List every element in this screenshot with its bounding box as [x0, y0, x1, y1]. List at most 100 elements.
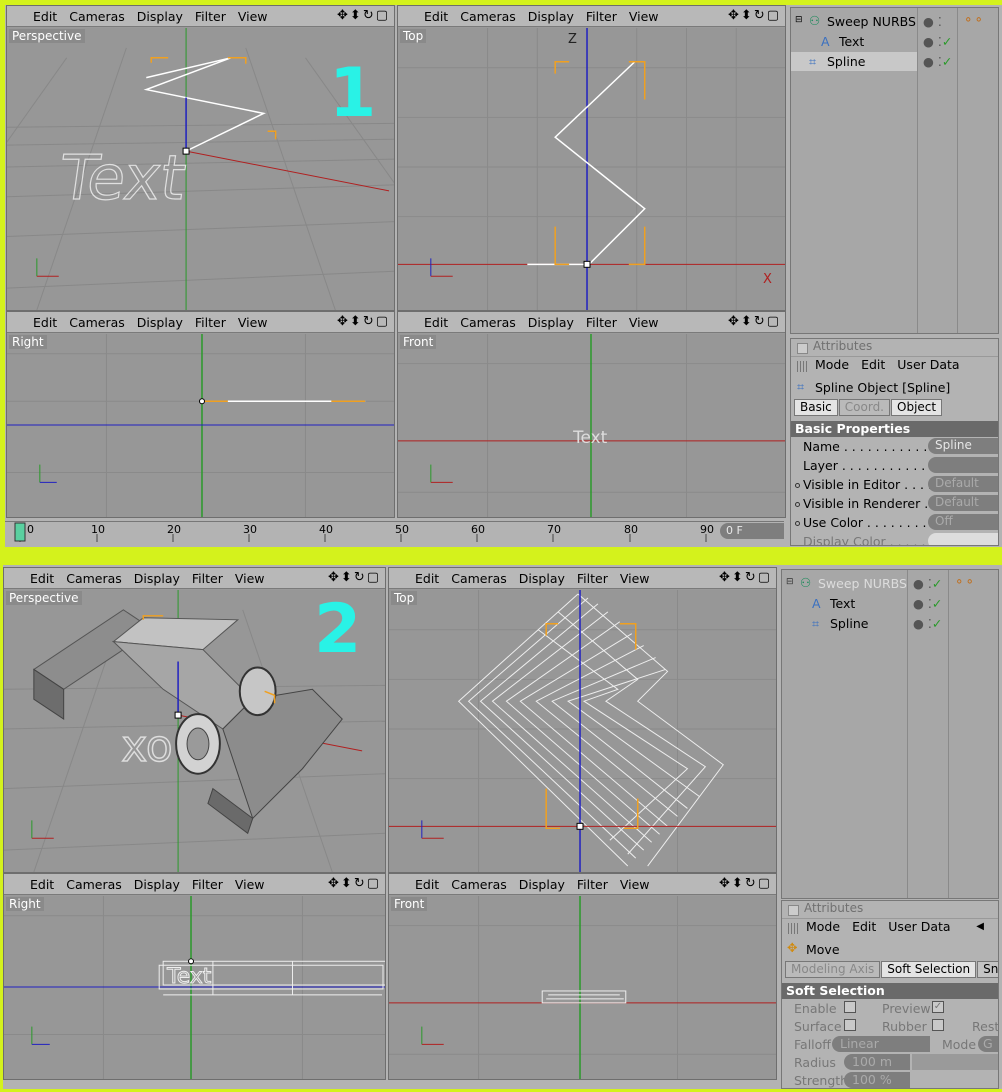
menu-view[interactable]: View	[229, 874, 271, 894]
surface-checkbox[interactable]	[844, 1019, 856, 1031]
menu-cameras[interactable]: Cameras	[60, 568, 128, 588]
attr-menu-userdata[interactable]: User Data	[897, 357, 959, 372]
menu-edit[interactable]: Edit	[418, 312, 454, 332]
menu-filter[interactable]: Filter	[186, 568, 229, 588]
preview-checkbox[interactable]: ✓	[932, 1001, 944, 1013]
menu-filter[interactable]: Filter	[186, 874, 229, 894]
viewport-nav-controls[interactable]: ✥⬍↻▢	[328, 570, 381, 585]
current-frame-field[interactable]: 0 F	[720, 523, 784, 539]
menu-display[interactable]: Display	[131, 6, 189, 26]
viewport-nav-controls[interactable]: ✥⬍↻▢	[719, 876, 772, 891]
viewport-nav-controls[interactable]: ✥⬍↻▢	[337, 314, 390, 329]
right-canvas[interactable]	[7, 334, 394, 517]
menu-cameras[interactable]: Cameras	[454, 312, 522, 332]
object-row-spline[interactable]: ⌗ Spline ● ⁚✓	[782, 614, 998, 633]
menu-display[interactable]: Display	[522, 312, 580, 332]
viewport-nav-controls[interactable]: ✥⬍↻▢	[728, 8, 781, 23]
menu-edit[interactable]: Edit	[24, 874, 60, 894]
viewport-perspective[interactable]: Edit Cameras Display Filter View ✥⬍↻▢ Perspe…	[6, 5, 395, 311]
viewport-right[interactable]: Edit Cameras Display Filter View ✥⬍↻▢ Right	[6, 311, 395, 518]
menu-filter[interactable]: Filter	[571, 568, 614, 588]
rubber-checkbox[interactable]	[932, 1019, 944, 1031]
enable-checkbox[interactable]	[844, 1001, 856, 1013]
menu-cameras[interactable]: Cameras	[63, 312, 131, 332]
tab-basic[interactable]: Basic	[794, 399, 838, 416]
object-row-sweep-nurbs[interactable]: ⊟ ⚇ Sweep NURBS ● ⁚✓ ⚬⚬	[782, 574, 998, 593]
tick: 70	[547, 523, 561, 536]
menu-cameras[interactable]: Cameras	[445, 568, 513, 588]
attr-menu-mode[interactable]: Mode	[806, 919, 840, 934]
object-row-sweep-nurbs[interactable]: ⊟ ⚇ Sweep NURBS ● ⁚ ⚬⚬	[791, 12, 998, 31]
name-field[interactable]: Spline	[928, 438, 998, 454]
menu-display[interactable]: Display	[513, 568, 571, 588]
viewport-top-2[interactable]: Edit Cameras Display Filter View ✥⬍↻▢ Top	[388, 567, 777, 873]
display-color-swatch[interactable]	[928, 533, 998, 545]
menu-edit[interactable]: Edit	[27, 312, 63, 332]
top-canvas[interactable]: Z X	[398, 28, 785, 310]
use-color-select[interactable]: Off	[928, 514, 998, 530]
viewport-right-2[interactable]: Edit Cameras Display Filter View ✥⬍↻▢ Right …	[3, 873, 386, 1080]
menu-cameras[interactable]: Cameras	[63, 6, 131, 26]
menu-display[interactable]: Display	[522, 6, 580, 26]
menu-filter[interactable]: Filter	[580, 6, 623, 26]
viewport-nav-controls[interactable]: ✥⬍↻▢	[728, 314, 781, 329]
layer-field[interactable]	[928, 457, 998, 473]
menu-view[interactable]: View	[229, 568, 271, 588]
falloff-select[interactable]: Linear	[832, 1036, 930, 1052]
mode-select[interactable]: G	[978, 1036, 998, 1052]
attr-menu-userdata[interactable]: User Data	[888, 919, 950, 934]
attr-menu-edit[interactable]: Edit	[861, 357, 885, 372]
viewport-nav-controls[interactable]: ✥⬍↻▢	[719, 570, 772, 585]
object-row-text[interactable]: A Text ● ⁚✓	[791, 32, 998, 51]
visible-renderer-select[interactable]: Default	[928, 495, 998, 511]
menu-edit[interactable]: Edit	[418, 6, 454, 26]
back-arrow-icon[interactable]: ◀	[976, 921, 984, 932]
right-canvas-2[interactable]: Text	[4, 896, 385, 1079]
tab-modeling-axis[interactable]: Modeling Axis	[785, 961, 881, 978]
visible-editor-select[interactable]: Default	[928, 476, 998, 492]
menu-edit[interactable]: Edit	[409, 568, 445, 588]
menu-filter[interactable]: Filter	[189, 312, 232, 332]
viewport-nav-controls[interactable]: ✥⬍↻▢	[337, 8, 390, 23]
attr-menu-mode[interactable]: Mode	[815, 357, 849, 372]
menu-view[interactable]: View	[623, 312, 665, 332]
menu-edit[interactable]: Edit	[409, 874, 445, 894]
menu-display[interactable]: Display	[513, 874, 571, 894]
top-canvas-2[interactable]	[389, 590, 776, 872]
strength-field[interactable]: 100 %	[844, 1072, 910, 1088]
menu-cameras[interactable]: Cameras	[60, 874, 128, 894]
object-row-spline-selected[interactable]: ⌗ Spline	[791, 52, 917, 71]
menu-filter[interactable]: Filter	[571, 874, 614, 894]
viewport-nav-controls[interactable]: ✥⬍↻▢	[328, 876, 381, 891]
attr-menu-edit[interactable]: Edit	[852, 919, 876, 934]
tab-snap[interactable]: Snap	[977, 961, 998, 978]
viewport-front[interactable]: Edit Cameras Display Filter View ✥⬍↻▢ Front …	[397, 311, 786, 518]
menu-display[interactable]: Display	[128, 874, 186, 894]
menu-filter[interactable]: Filter	[189, 6, 232, 26]
menu-cameras[interactable]: Cameras	[454, 6, 522, 26]
front-canvas-2[interactable]	[389, 896, 776, 1079]
tab-object[interactable]: Object	[891, 399, 943, 416]
viewport-top[interactable]: Edit Cameras Display Filter View ✥⬍↻▢ Top Z …	[397, 5, 786, 311]
menu-filter[interactable]: Filter	[580, 312, 623, 332]
group-basic-properties: Basic Properties	[791, 421, 998, 437]
tab-coord[interactable]: Coord.	[838, 399, 890, 416]
tab-soft-selection[interactable]: Soft Selection	[881, 961, 977, 978]
menu-view[interactable]: View	[623, 6, 665, 26]
menu-display[interactable]: Display	[128, 568, 186, 588]
menu-view[interactable]: View	[614, 568, 656, 588]
menu-edit[interactable]: Edit	[24, 568, 60, 588]
radius-slider[interactable]	[912, 1054, 998, 1070]
object-row-text[interactable]: A Text ● ⁚✓	[782, 594, 998, 613]
menu-edit[interactable]: Edit	[27, 6, 63, 26]
menu-view[interactable]: View	[232, 312, 274, 332]
radius-field[interactable]: 100 m	[844, 1054, 910, 1070]
viewport-perspective-2[interactable]: Edit Cameras Display Filter View ✥⬍↻▢ Perspe…	[3, 567, 386, 873]
menu-cameras[interactable]: Cameras	[445, 874, 513, 894]
viewport-front-2[interactable]: Edit Cameras Display Filter View ✥⬍↻▢ Front	[388, 873, 777, 1080]
menu-view[interactable]: View	[614, 874, 656, 894]
front-canvas[interactable]: Text	[398, 334, 785, 517]
menu-display[interactable]: Display	[131, 312, 189, 332]
menu-view[interactable]: View	[232, 6, 274, 26]
timeline[interactable]: 0 10 20 30 40 50 60 70 80 90	[5, 521, 784, 542]
